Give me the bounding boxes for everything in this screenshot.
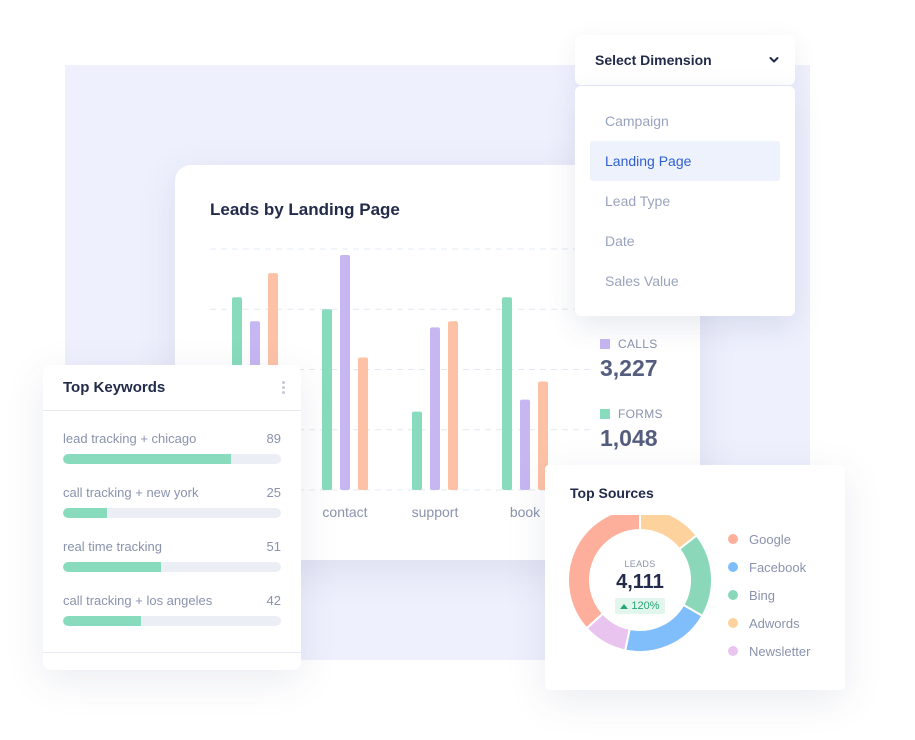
- keyword-label: lead tracking + chicago: [63, 431, 197, 446]
- keyword-progress-fill: [63, 508, 107, 518]
- legend-label: Facebook: [749, 559, 807, 575]
- menu-item-campaign[interactable]: Campaign: [590, 101, 780, 141]
- x-tick-label: contact: [322, 504, 367, 520]
- change-badge: 120%: [615, 598, 665, 614]
- menu-item-sales-value[interactable]: Sales Value: [590, 261, 780, 301]
- dimension-menu: Campaign Landing Page Lead Type Date Sal…: [575, 86, 795, 316]
- keyword-progress-fill: [63, 562, 162, 572]
- leads-total: 4,111: [616, 571, 664, 593]
- change-value: 120%: [631, 600, 660, 612]
- arrow-up-icon: [620, 603, 629, 609]
- keyword-row: call tracking + los angeles 42: [63, 593, 281, 647]
- legend-forms: FORMS 1,048: [600, 407, 663, 452]
- legend-dot: [728, 590, 738, 600]
- legend-dot: [728, 562, 738, 572]
- select-dimension-dropdown[interactable]: Select Dimension: [575, 35, 795, 85]
- bar-calls-support: [430, 327, 440, 490]
- forms-value: 1,048: [600, 425, 658, 451]
- legend-calls: CALLS 3,227: [600, 337, 658, 382]
- keyword-progress-bar: [63, 616, 281, 626]
- bar-other-contact: [358, 357, 368, 490]
- legend-label: Adwords: [749, 615, 800, 631]
- x-tick-label: support: [412, 504, 459, 520]
- legend-item-newsletter: Newsletter: [728, 637, 810, 665]
- legend-dot: [728, 534, 738, 544]
- legend-label: Bing: [749, 587, 776, 603]
- leads-label: LEADS: [624, 559, 656, 569]
- top-keywords-card: Top Keywords lead tracking + chicago 89 c…: [43, 365, 301, 670]
- legend-item-adwords: Adwords: [728, 609, 810, 637]
- calls-value: 3,227: [600, 355, 658, 381]
- keyword-progress-fill: [63, 616, 142, 626]
- keyword-progress-bar: [63, 508, 281, 518]
- sources-legend: Google Facebook Bing Adwords Newsletter: [728, 525, 810, 665]
- legend-item-bing: Bing: [728, 581, 810, 609]
- bar-forms-book: [502, 297, 512, 490]
- keywords-header: Top Keywords: [43, 365, 301, 411]
- dropdown-label: Select Dimension: [595, 52, 712, 68]
- legend-dot: [728, 646, 738, 656]
- bar-forms-contact: [322, 309, 332, 490]
- legend-item-facebook: Facebook: [728, 553, 810, 581]
- keyword-count: 89: [266, 431, 281, 446]
- x-tick-label: book: [510, 504, 541, 520]
- legend-label: Google: [749, 531, 791, 547]
- keyword-row: real time tracking 51: [63, 539, 281, 593]
- legend-dot: [728, 618, 738, 628]
- bar-calls-book: [520, 399, 530, 490]
- menu-item-landing-page[interactable]: Landing Page: [590, 141, 780, 181]
- keywords-list: lead tracking + chicago 89 call tracking …: [43, 411, 301, 647]
- keyword-progress-fill: [63, 454, 231, 464]
- kebab-icon[interactable]: [278, 377, 289, 398]
- calls-swatch: [600, 339, 610, 349]
- top-sources-card: Top Sources LEADS 4,111 120% Google Face…: [545, 465, 845, 690]
- keyword-label: call tracking + new york: [63, 485, 199, 500]
- donut-center: LEADS 4,111 120%: [590, 559, 690, 614]
- sources-title: Top Sources: [570, 485, 654, 501]
- keyword-count: 25: [266, 485, 281, 500]
- bar-calls-contact: [340, 255, 350, 490]
- legend-item-google: Google: [728, 525, 810, 553]
- forms-label: FORMS: [618, 407, 663, 421]
- bar-other-support: [448, 321, 458, 490]
- bar-forms-support: [412, 411, 422, 490]
- calls-label: CALLS: [618, 337, 658, 351]
- menu-item-lead-type[interactable]: Lead Type: [590, 181, 780, 221]
- keyword-count: 51: [266, 539, 281, 554]
- keywords-title: Top Keywords: [63, 379, 166, 396]
- keyword-row: call tracking + new york 25: [63, 485, 281, 539]
- menu-item-date[interactable]: Date: [590, 221, 780, 261]
- forms-swatch: [600, 409, 610, 419]
- keyword-label: real time tracking: [63, 539, 162, 554]
- legend-label: Newsletter: [749, 643, 811, 659]
- chevron-down-icon: [769, 57, 779, 63]
- keywords-footer-divider: [43, 652, 301, 653]
- keyword-label: call tracking + los angeles: [63, 593, 213, 608]
- keyword-progress-bar: [63, 454, 281, 464]
- keyword-progress-bar: [63, 562, 281, 572]
- keyword-row: lead tracking + chicago 89: [63, 431, 281, 485]
- keyword-count: 42: [266, 593, 281, 608]
